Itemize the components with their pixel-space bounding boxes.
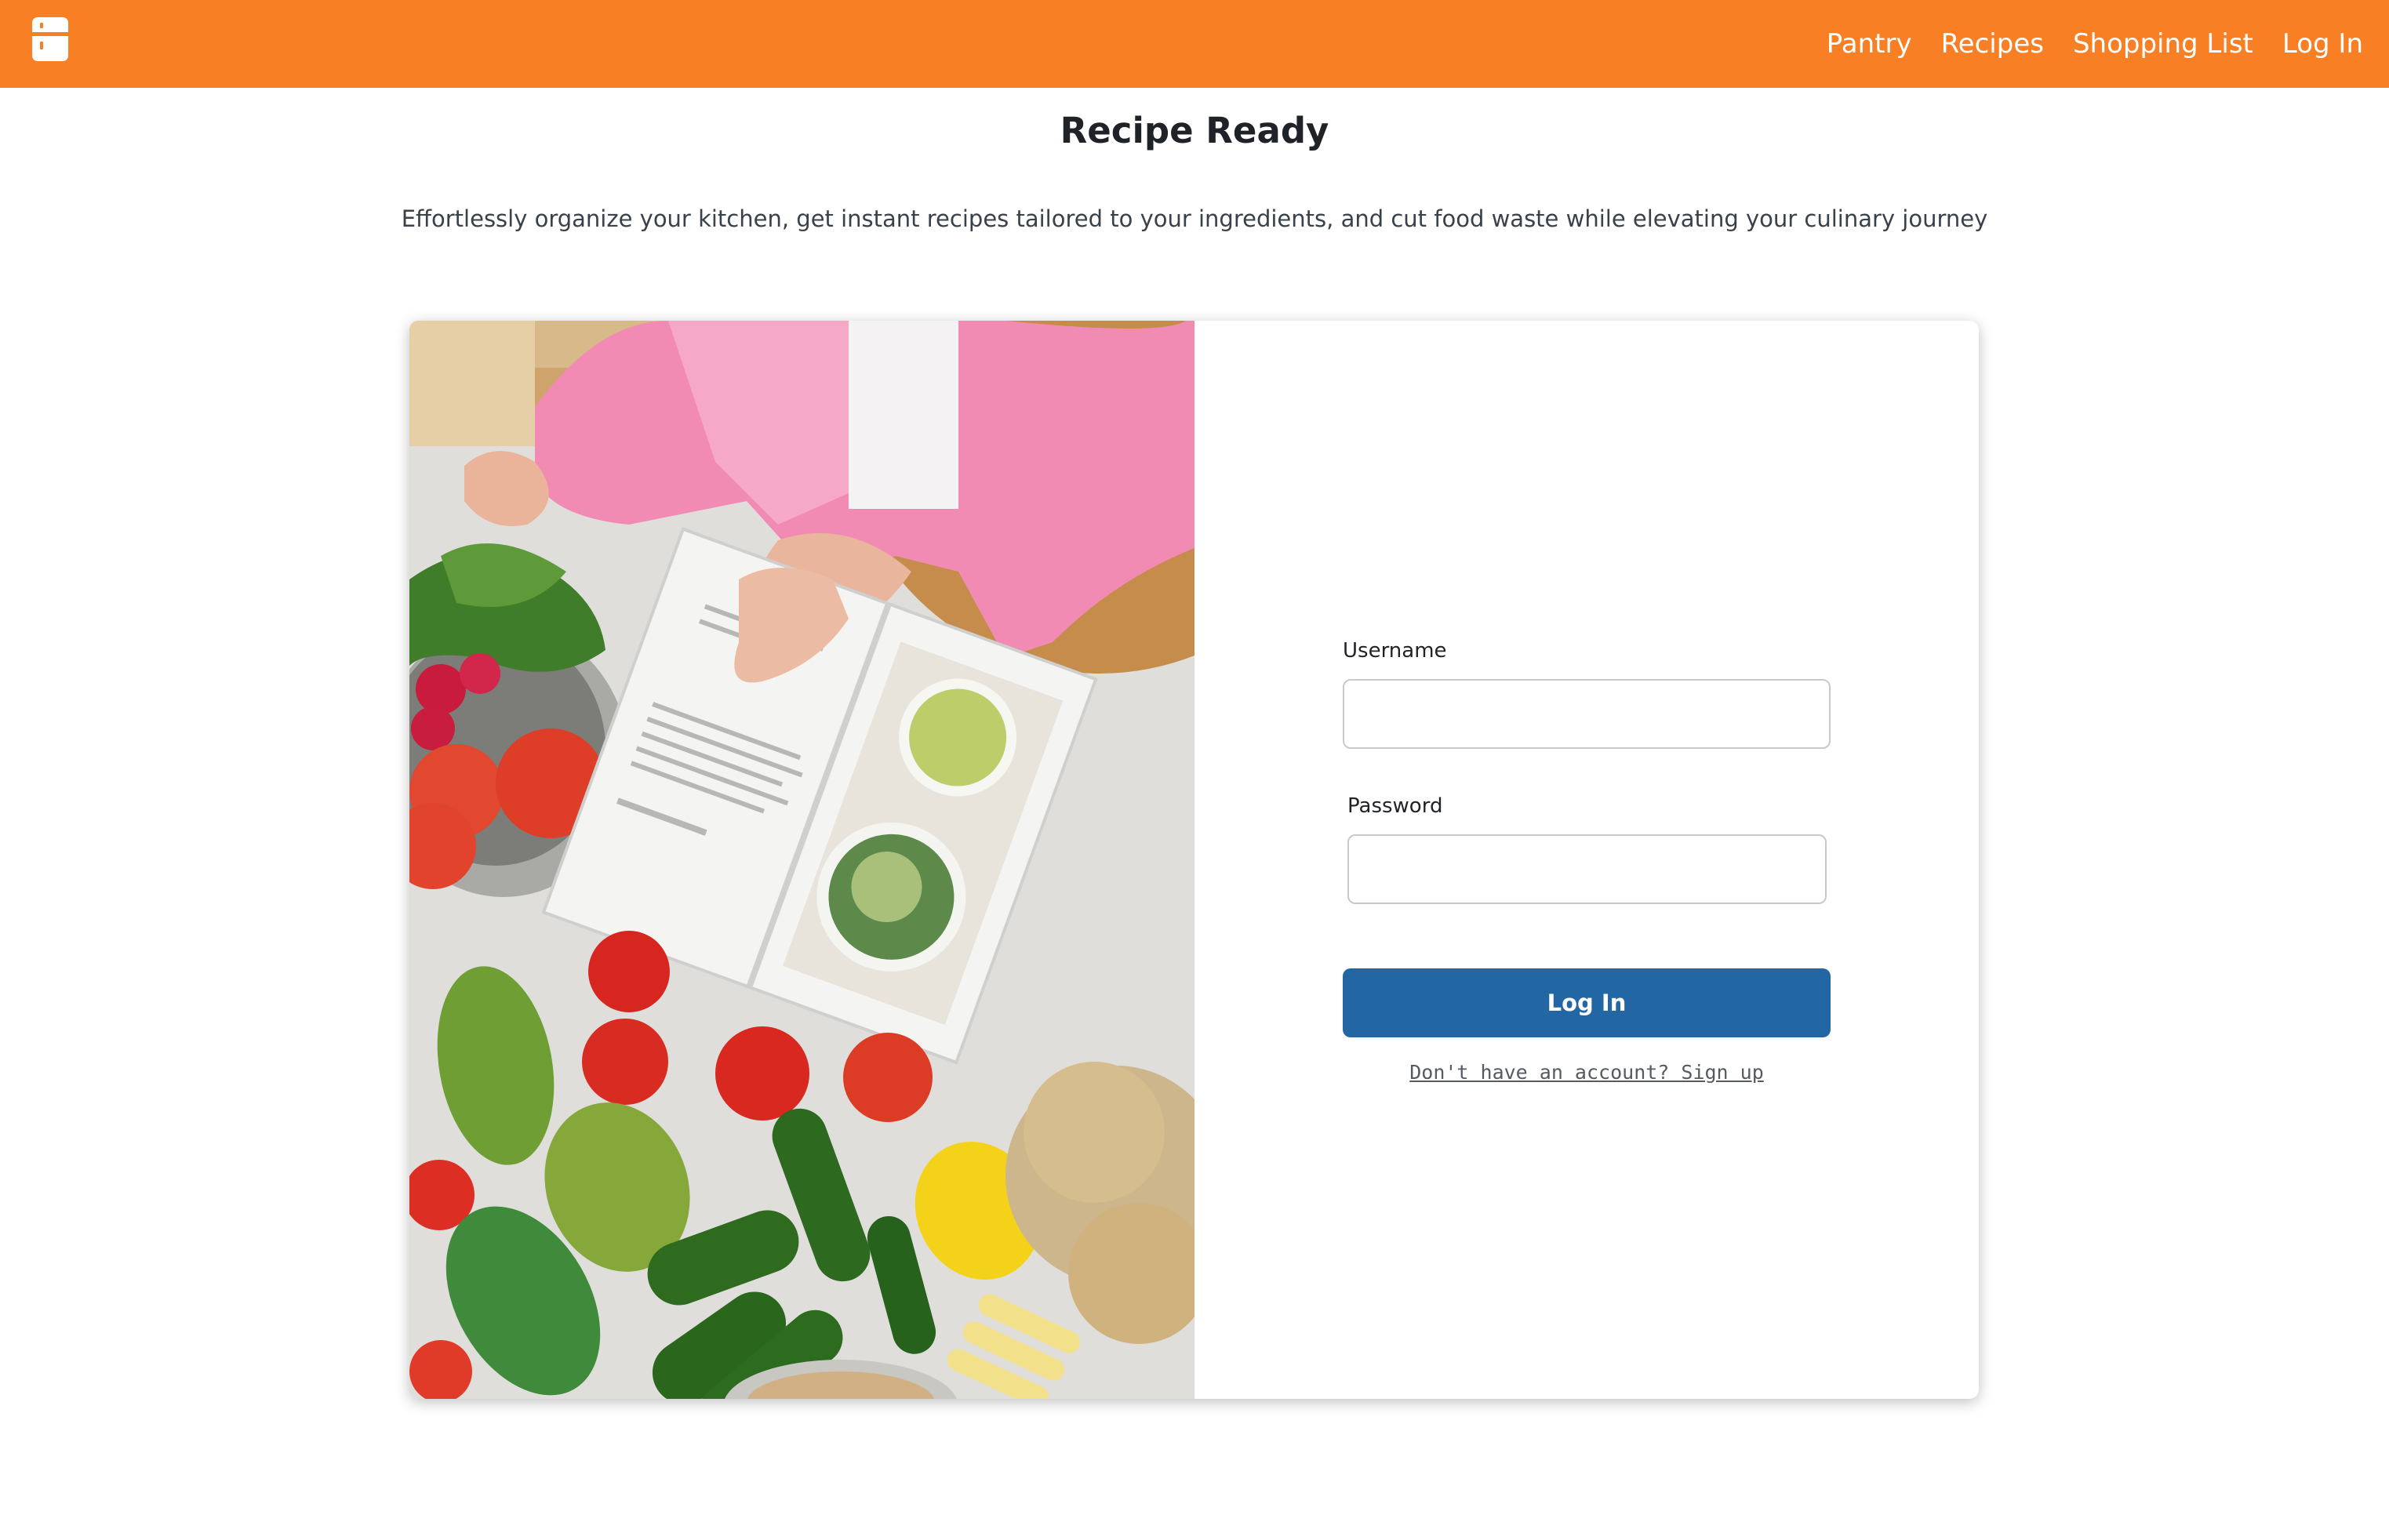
page-title: Recipe Ready xyxy=(1060,110,1329,151)
main-nav: Pantry Recipes Shopping List Log In xyxy=(1827,0,2363,88)
kitchen-photo xyxy=(409,321,1194,1399)
password-label: Password xyxy=(1347,794,1443,818)
refrigerator-icon[interactable] xyxy=(32,17,68,61)
nav-link-log-in[interactable]: Log In xyxy=(2282,28,2363,60)
login-form: Username Password Log In Don't have an a… xyxy=(1194,321,1979,1399)
nav-link-pantry[interactable]: Pantry xyxy=(1827,28,1912,60)
page-subtitle: Effortlessly organize your kitchen, get … xyxy=(401,205,1988,232)
username-label: Username xyxy=(1343,639,1447,663)
log-in-button[interactable]: Log In xyxy=(1343,968,1831,1037)
nav-link-shopping-list[interactable]: Shopping List xyxy=(2073,28,2253,60)
nav-link-recipes[interactable]: Recipes xyxy=(1941,28,2044,60)
sign-up-link[interactable]: Don't have an account? Sign up xyxy=(1343,1061,1831,1084)
username-input[interactable] xyxy=(1343,679,1831,749)
top-navbar: Pantry Recipes Shopping List Log In xyxy=(0,0,2389,88)
login-card: Username Password Log In Don't have an a… xyxy=(409,321,1979,1399)
password-input[interactable] xyxy=(1347,834,1827,904)
